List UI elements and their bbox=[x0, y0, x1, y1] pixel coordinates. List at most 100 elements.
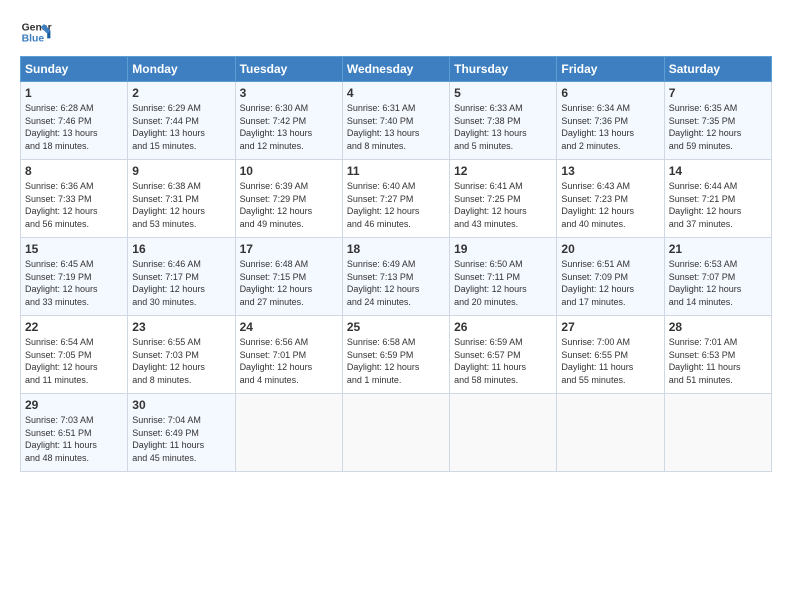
header: General Blue bbox=[20, 16, 772, 48]
cell-info: Sunrise: 6:56 AMSunset: 7:01 PMDaylight:… bbox=[240, 336, 338, 386]
calendar-cell: 4 Sunrise: 6:31 AMSunset: 7:40 PMDaylight… bbox=[342, 82, 449, 160]
day-header-sunday: Sunday bbox=[21, 57, 128, 82]
cell-info: Sunrise: 6:39 AMSunset: 7:29 PMDaylight:… bbox=[240, 180, 338, 230]
calendar-body: 1Sunrise: 6:28 AMSunset: 7:46 PMDaylight… bbox=[21, 82, 772, 472]
day-number: 17 bbox=[240, 242, 338, 256]
cell-info: Sunrise: 6:40 AMSunset: 7:27 PMDaylight:… bbox=[347, 180, 445, 230]
calendar-cell: 29Sunrise: 7:03 AMSunset: 6:51 PMDayligh… bbox=[21, 394, 128, 472]
day-header-monday: Monday bbox=[128, 57, 235, 82]
cell-info: Sunrise: 6:31 AMSunset: 7:40 PMDaylight:… bbox=[347, 102, 445, 152]
cell-info: Sunrise: 6:41 AMSunset: 7:25 PMDaylight:… bbox=[454, 180, 552, 230]
day-header-thursday: Thursday bbox=[450, 57, 557, 82]
day-number: 11 bbox=[347, 164, 445, 178]
cell-info: Sunrise: 6:33 AMSunset: 7:38 PMDaylight:… bbox=[454, 102, 552, 152]
day-number: 15 bbox=[25, 242, 123, 256]
cell-info: Sunrise: 6:29 AMSunset: 7:44 PMDaylight:… bbox=[132, 102, 230, 152]
day-number: 14 bbox=[669, 164, 767, 178]
day-number: 13 bbox=[561, 164, 659, 178]
cell-info: Sunrise: 7:04 AMSunset: 6:49 PMDaylight:… bbox=[132, 414, 230, 464]
calendar-week-row: 1Sunrise: 6:28 AMSunset: 7:46 PMDaylight… bbox=[21, 82, 772, 160]
cell-info: Sunrise: 6:51 AMSunset: 7:09 PMDaylight:… bbox=[561, 258, 659, 308]
day-number: 1 bbox=[25, 86, 123, 100]
calendar-week-row: 8 Sunrise: 6:36 AMSunset: 7:33 PMDaylight… bbox=[21, 160, 772, 238]
day-number: 10 bbox=[240, 164, 338, 178]
day-header-tuesday: Tuesday bbox=[235, 57, 342, 82]
day-number: 12 bbox=[454, 164, 552, 178]
calendar-cell: 8 Sunrise: 6:36 AMSunset: 7:33 PMDaylight… bbox=[21, 160, 128, 238]
cell-info: Sunrise: 6:43 AMSunset: 7:23 PMDaylight:… bbox=[561, 180, 659, 230]
calendar-cell: 23 Sunrise: 6:55 AMSunset: 7:03 PMDayligh… bbox=[128, 316, 235, 394]
cell-info: Sunrise: 6:58 AMSunset: 6:59 PMDaylight:… bbox=[347, 336, 445, 386]
calendar-cell: 28 Sunrise: 7:01 AMSunset: 6:53 PMDayligh… bbox=[664, 316, 771, 394]
cell-info: Sunrise: 6:30 AMSunset: 7:42 PMDaylight:… bbox=[240, 102, 338, 152]
cell-info: Sunrise: 6:54 AMSunset: 7:05 PMDaylight:… bbox=[25, 336, 123, 386]
calendar-cell bbox=[664, 394, 771, 472]
cell-info: Sunrise: 6:36 AMSunset: 7:33 PMDaylight:… bbox=[25, 180, 123, 230]
day-number: 7 bbox=[669, 86, 767, 100]
calendar-cell bbox=[235, 394, 342, 472]
calendar-cell: 27Sunrise: 7:00 AMSunset: 6:55 PMDayligh… bbox=[557, 316, 664, 394]
calendar-cell: 25 Sunrise: 6:58 AMSunset: 6:59 PMDayligh… bbox=[342, 316, 449, 394]
cell-info: Sunrise: 7:03 AMSunset: 6:51 PMDaylight:… bbox=[25, 414, 123, 464]
calendar-cell: 1Sunrise: 6:28 AMSunset: 7:46 PMDaylight… bbox=[21, 82, 128, 160]
day-number: 21 bbox=[669, 242, 767, 256]
day-number: 27 bbox=[561, 320, 659, 334]
calendar-cell bbox=[557, 394, 664, 472]
cell-info: Sunrise: 6:48 AMSunset: 7:15 PMDaylight:… bbox=[240, 258, 338, 308]
day-header-wednesday: Wednesday bbox=[342, 57, 449, 82]
day-number: 19 bbox=[454, 242, 552, 256]
day-number: 18 bbox=[347, 242, 445, 256]
calendar-cell: 12 Sunrise: 6:41 AMSunset: 7:25 PMDayligh… bbox=[450, 160, 557, 238]
calendar-cell: 9Sunrise: 6:38 AMSunset: 7:31 PMDaylight… bbox=[128, 160, 235, 238]
day-number: 26 bbox=[454, 320, 552, 334]
calendar-cell: 15 Sunrise: 6:45 AMSunset: 7:19 PMDayligh… bbox=[21, 238, 128, 316]
calendar-cell: 14Sunrise: 6:44 AMSunset: 7:21 PMDayligh… bbox=[664, 160, 771, 238]
day-number: 9 bbox=[132, 164, 230, 178]
calendar-cell bbox=[342, 394, 449, 472]
cell-info: Sunrise: 6:50 AMSunset: 7:11 PMDaylight:… bbox=[454, 258, 552, 308]
cell-info: Sunrise: 6:55 AMSunset: 7:03 PMDaylight:… bbox=[132, 336, 230, 386]
calendar-table: SundayMondayTuesdayWednesdayThursdayFrid… bbox=[20, 56, 772, 472]
day-number: 24 bbox=[240, 320, 338, 334]
calendar-cell: 26Sunrise: 6:59 AMSunset: 6:57 PMDayligh… bbox=[450, 316, 557, 394]
day-number: 28 bbox=[669, 320, 767, 334]
calendar-week-row: 22 Sunrise: 6:54 AMSunset: 7:05 PMDayligh… bbox=[21, 316, 772, 394]
calendar-cell: 16 Sunrise: 6:46 AMSunset: 7:17 PMDayligh… bbox=[128, 238, 235, 316]
day-header-saturday: Saturday bbox=[664, 57, 771, 82]
cell-info: Sunrise: 6:34 AMSunset: 7:36 PMDaylight:… bbox=[561, 102, 659, 152]
calendar-cell: 10 Sunrise: 6:39 AMSunset: 7:29 PMDayligh… bbox=[235, 160, 342, 238]
calendar-cell: 2Sunrise: 6:29 AMSunset: 7:44 PMDaylight… bbox=[128, 82, 235, 160]
page-container: General Blue SundayMondayTuesdayWednesda… bbox=[0, 0, 792, 482]
day-number: 3 bbox=[240, 86, 338, 100]
day-number: 6 bbox=[561, 86, 659, 100]
calendar-cell: 11 Sunrise: 6:40 AMSunset: 7:27 PMDayligh… bbox=[342, 160, 449, 238]
day-number: 20 bbox=[561, 242, 659, 256]
calendar-week-row: 15 Sunrise: 6:45 AMSunset: 7:19 PMDayligh… bbox=[21, 238, 772, 316]
cell-info: Sunrise: 6:46 AMSunset: 7:17 PMDaylight:… bbox=[132, 258, 230, 308]
day-number: 22 bbox=[25, 320, 123, 334]
calendar-cell: 24 Sunrise: 6:56 AMSunset: 7:01 PMDayligh… bbox=[235, 316, 342, 394]
calendar-cell: 17 Sunrise: 6:48 AMSunset: 7:15 PMDayligh… bbox=[235, 238, 342, 316]
cell-info: Sunrise: 6:49 AMSunset: 7:13 PMDaylight:… bbox=[347, 258, 445, 308]
day-number: 8 bbox=[25, 164, 123, 178]
calendar-cell bbox=[450, 394, 557, 472]
calendar-cell: 21 Sunrise: 6:53 AMSunset: 7:07 PMDayligh… bbox=[664, 238, 771, 316]
day-number: 23 bbox=[132, 320, 230, 334]
day-number: 30 bbox=[132, 398, 230, 412]
day-number: 25 bbox=[347, 320, 445, 334]
calendar-cell: 30 Sunrise: 7:04 AMSunset: 6:49 PMDayligh… bbox=[128, 394, 235, 472]
day-number: 16 bbox=[132, 242, 230, 256]
logo: General Blue bbox=[20, 16, 52, 48]
svg-text:Blue: Blue bbox=[22, 34, 45, 45]
calendar-cell: 6 Sunrise: 6:34 AMSunset: 7:36 PMDaylight… bbox=[557, 82, 664, 160]
calendar-cell: 18 Sunrise: 6:49 AMSunset: 7:13 PMDayligh… bbox=[342, 238, 449, 316]
calendar-cell: 20 Sunrise: 6:51 AMSunset: 7:09 PMDayligh… bbox=[557, 238, 664, 316]
cell-info: Sunrise: 7:01 AMSunset: 6:53 PMDaylight:… bbox=[669, 336, 767, 386]
day-number: 5 bbox=[454, 86, 552, 100]
cell-info: Sunrise: 6:45 AMSunset: 7:19 PMDaylight:… bbox=[25, 258, 123, 308]
logo-icon: General Blue bbox=[20, 16, 52, 48]
cell-info: Sunrise: 6:53 AMSunset: 7:07 PMDaylight:… bbox=[669, 258, 767, 308]
calendar-cell: 7Sunrise: 6:35 AMSunset: 7:35 PMDaylight… bbox=[664, 82, 771, 160]
calendar-header-row: SundayMondayTuesdayWednesdayThursdayFrid… bbox=[21, 57, 772, 82]
day-number: 4 bbox=[347, 86, 445, 100]
